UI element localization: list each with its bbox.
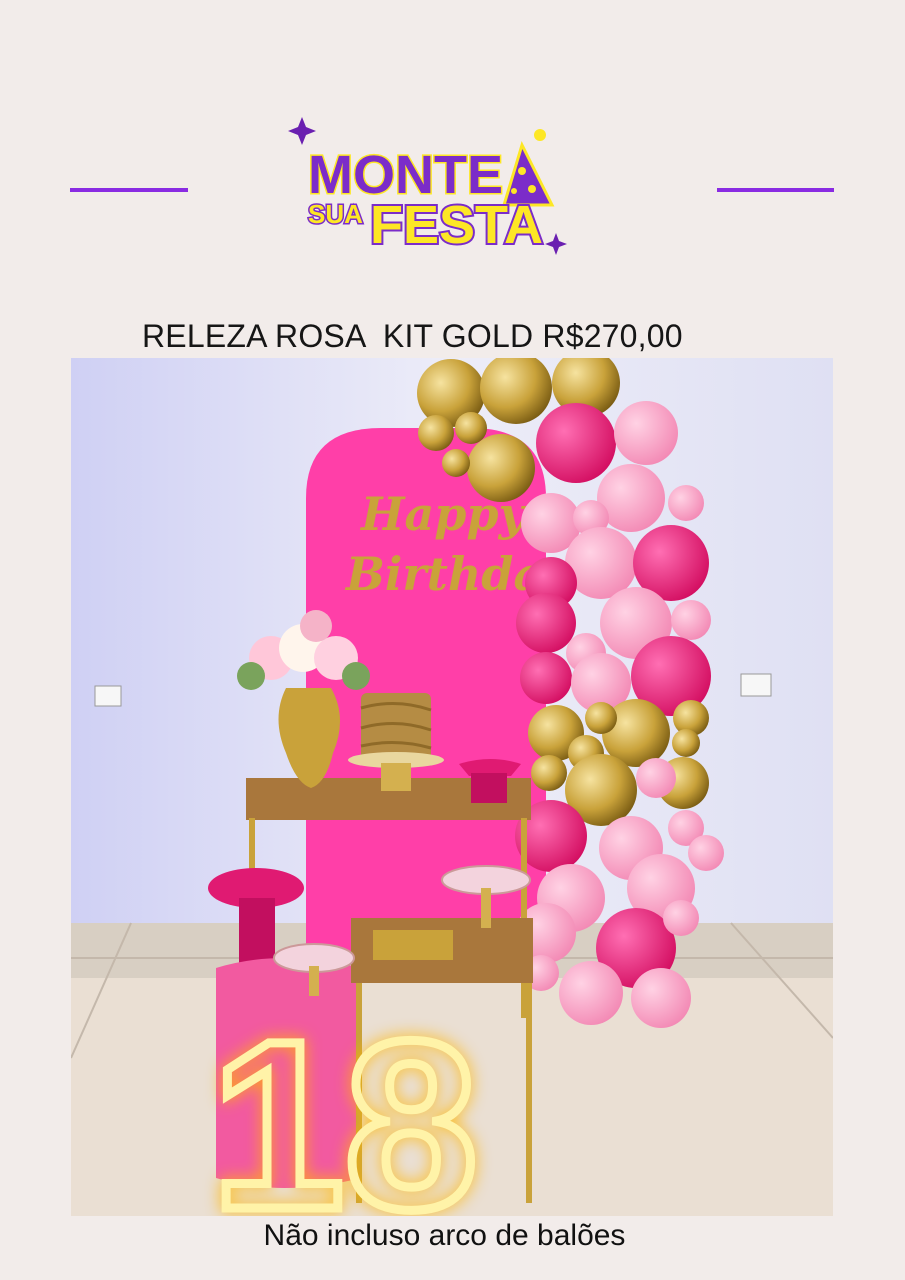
divider-left [70,188,188,192]
logo-sua: SUA [308,199,363,229]
kit-title: RELEZA ROSA KIT GOLD R$270,00 [142,318,683,354]
neon-18: 18 [211,991,478,1216]
party-hat-icon [501,129,555,207]
footer-note: Não incluso arco de balões [263,1219,626,1252]
product-photo: Happy Birthday 18 [71,358,833,1216]
sparkle-icon [288,117,316,145]
sparkle-icon [545,233,567,255]
divider-right [717,188,834,192]
logo: MONTE SUA FESTA [282,105,578,270]
logo-festa: FESTA [370,195,543,255]
